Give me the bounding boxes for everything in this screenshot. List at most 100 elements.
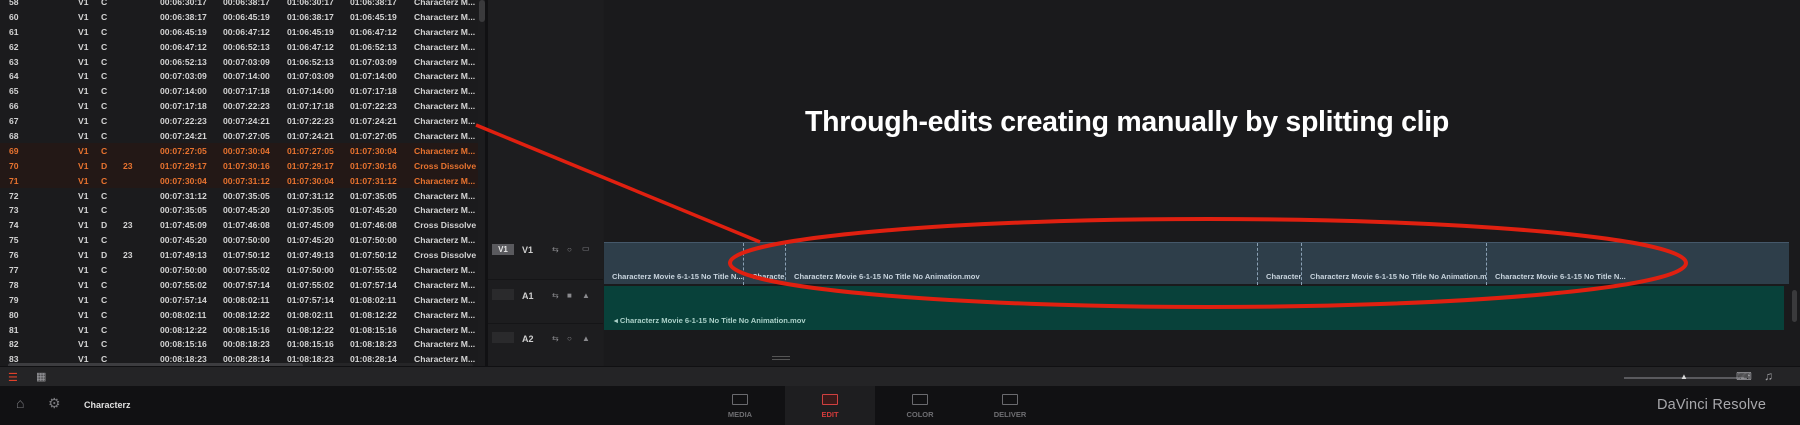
edit-list-row[interactable]: 58 V1 C 00:06:30:17 00:06:38:17 01:06:30:17 01… (0, 0, 478, 9)
timeline-resize-handle[interactable] (772, 356, 790, 360)
edit-list-row[interactable]: 72 V1 C 00:07:31:12 00:07:35:05 01:07:31:12 01… (0, 188, 478, 203)
edit-list-cell: Characterz M... (414, 309, 476, 320)
edit-list-row[interactable]: 61 V1 C 00:06:45:19 00:06:47:12 01:06:45:19 01… (0, 24, 478, 39)
zoom-slider-thumb[interactable]: ▲ (1680, 372, 1688, 381)
edit-list-row[interactable]: 73 V1 C 00:07:35:05 00:07:45:20 01:07:35:05 01… (0, 202, 478, 217)
edit-list-cell: 75 (9, 235, 19, 246)
track-header-v1[interactable]: V1 V1 ⇆ ○ ▭ (488, 242, 603, 280)
edit-list-row[interactable]: 63 V1 C 00:06:52:13 00:07:03:09 01:06:52:13 01… (0, 54, 478, 69)
edit-list-cell: 00:07:55:02 (160, 279, 207, 290)
edit-list-cell: 01:07:57:14 (350, 279, 397, 290)
edit-list-row[interactable]: 81 V1 C 00:08:12:22 00:08:15:16 01:08:12:22 01… (0, 322, 478, 337)
edit-list-cell: V1 (78, 11, 89, 22)
link-icon[interactable]: ⇆ (552, 291, 559, 300)
edit-list-row[interactable]: 65 V1 C 00:07:14:00 00:07:17:18 01:07:14:00 01… (0, 83, 478, 98)
monitor-icon[interactable]: ▭ (582, 244, 590, 253)
speaker-icon[interactable]: ▲ (582, 291, 590, 300)
edit-list-cell: 00:07:50:00 (160, 265, 207, 276)
track-badge-a1[interactable] (492, 289, 514, 300)
edit-list-cell: 00:06:47:12 (160, 41, 207, 52)
edit-list-row[interactable]: 77 V1 C 00:07:50:00 00:07:55:02 01:07:50:00 01… (0, 262, 478, 277)
edit-list-cell: V1 (78, 339, 89, 350)
edit-list-row[interactable]: 62 V1 C 00:06:47:12 00:06:52:13 01:06:47:12 01… (0, 39, 478, 54)
edit-list-cell: 65 (9, 86, 19, 97)
edit-list-row[interactable]: 64 V1 C 00:07:03:09 00:07:14:00 01:07:03:09 01… (0, 68, 478, 83)
video-clip[interactable]: Characterz ... (1258, 243, 1302, 285)
music-note-icon[interactable]: ♫ (1764, 369, 1773, 383)
video-clip[interactable]: Characterz Movie 6-1-15 No Title No Anim… (786, 243, 1258, 285)
edit-list-cell: V1 (78, 265, 89, 276)
edit-list-cell: Characterz M... (414, 279, 476, 290)
edit-list-row[interactable]: 69 V1 C 00:07:27:05 00:07:30:04 01:07:27:05 01… (0, 142, 478, 158)
edit-list-cell: 00:06:45:19 (160, 26, 207, 37)
audio-clip[interactable]: ◂ Characterz Movie 6-1-15 No Title No An… (604, 286, 1784, 330)
edit-list-row[interactable]: 60 V1 C 00:06:38:17 00:06:45:19 01:06:38:17 01… (0, 9, 478, 24)
edit-list-cell: 00:07:24:21 (160, 131, 207, 142)
timeline[interactable]: Characterz Movie 6-1-15 No Title N... Cha… (604, 0, 1800, 366)
edit-list-cell: V1 (78, 41, 89, 52)
link-icon[interactable]: ⇆ (552, 245, 559, 254)
track-header-a1[interactable]: A1 ⇆ ■ ▲ (488, 286, 603, 324)
edit-list-cell: 00:06:30:17 (160, 0, 207, 7)
lock-icon[interactable]: ■ (567, 291, 572, 300)
edit-list-cell: 01:07:03:09 (350, 56, 397, 67)
gear-icon[interactable]: ⚙ (48, 395, 61, 412)
video-clip[interactable]: Characterz Movie 6-1-15 No Title N... (604, 243, 744, 285)
page-tab-deliver[interactable]: DELIVER (965, 386, 1055, 425)
edit-list-row[interactable]: 71 V1 C 00:07:30:04 00:07:31:12 01:07:30:04 01… (0, 172, 478, 188)
edit-list-cell: C (101, 190, 108, 201)
edit-list-cell: 01:07:31:12 (350, 175, 397, 186)
edit-list-cell: 01:07:55:02 (350, 265, 397, 276)
edit-list-cell: V1 (78, 235, 89, 246)
edit-list-cell: 58 (9, 0, 19, 7)
edit-list-row[interactable]: 82 V1 C 00:08:15:16 00:08:18:23 01:08:15:16 01… (0, 336, 478, 351)
edit-list-cell: 00:07:14:00 (223, 71, 270, 82)
edit-list-cell: V1 (78, 160, 89, 171)
edit-list-cell: 01:07:03:09 (287, 71, 334, 82)
lock-icon[interactable]: ○ (567, 245, 572, 254)
edit-list-cell: 70 (9, 160, 19, 171)
edit-list-row[interactable]: 70 V1 D 23 01:07:29:17 01:07:30:16 01:07:29:17… (0, 157, 478, 173)
page-tab-color[interactable]: COLOR (875, 386, 965, 425)
edit-list-cell: C (101, 145, 108, 156)
track-name-a2: A2 (522, 334, 534, 344)
link-icon[interactable]: ⇆ (552, 334, 559, 343)
timeline-vscrollbar[interactable] (1792, 290, 1797, 322)
track-header-a2[interactable]: A2 ⇆ ○ ▲ (488, 328, 603, 366)
edit-list-cell: C (101, 26, 108, 37)
edit-list-cell: V1 (78, 0, 89, 7)
video-clip-label: Characterz Movie 6-1-15 No Title No Anim… (1310, 272, 1487, 281)
edit-list-row[interactable]: 79 V1 C 00:07:57:14 00:08:02:11 01:07:57:14 01… (0, 292, 478, 307)
edit-list-row[interactable]: 80 V1 C 00:08:02:11 00:08:12:22 01:08:02:11 01… (0, 307, 478, 322)
edit-list-cell: 00:07:35:05 (160, 205, 207, 216)
home-icon[interactable]: ⌂ (16, 395, 24, 411)
edit-list-cell: C (101, 71, 108, 82)
lock-icon[interactable]: ○ (567, 334, 572, 343)
video-clip[interactable]: Characterz Movie 6-1-15 No Title N... (1487, 243, 1789, 285)
page-tab-edit[interactable]: EDIT (785, 386, 875, 425)
edit-list-cell: C (101, 0, 108, 7)
track-badge-a2[interactable] (492, 332, 514, 343)
edit-list-cell: 01:08:15:16 (287, 339, 334, 350)
edit-list-cell: Characterz M... (414, 11, 476, 22)
speaker-icon[interactable]: ▲ (582, 334, 590, 343)
edit-list-row[interactable]: 74 V1 D 23 01:07:45:09 01:07:46:08 01:07:45:09… (0, 217, 478, 232)
edit-list-row[interactable]: 68 V1 C 00:07:24:21 00:07:27:05 01:07:24:21 01… (0, 128, 478, 143)
edit-list-row[interactable]: 76 V1 D 23 01:07:49:13 01:07:50:12 01:07:49:13… (0, 247, 478, 262)
edit-list-cell: 74 (9, 220, 19, 231)
edit-list-row[interactable]: 78 V1 C 00:07:55:02 00:07:57:14 01:07:55:02 01… (0, 277, 478, 292)
edit-list-row[interactable]: 66 V1 C 00:07:17:18 00:07:22:23 01:07:17:18 01… (0, 98, 478, 113)
track-badge-v1[interactable]: V1 (492, 244, 514, 255)
keyboard-icon[interactable]: ⌨ (1736, 370, 1752, 383)
media-pool-icon[interactable]: ▦ (36, 370, 46, 383)
list-icon[interactable]: ☰ (8, 371, 18, 384)
edit-list-cell: 00:08:12:22 (223, 309, 270, 320)
edit-list-cell: 00:07:55:02 (223, 265, 270, 276)
media-page-icon (732, 394, 748, 405)
page-tab-media[interactable]: MEDIA (695, 386, 785, 425)
edit-list-row[interactable]: 67 V1 C 00:07:22:23 00:07:24:21 01:07:22:23 01… (0, 113, 478, 128)
edit-list-cell: V1 (78, 190, 89, 201)
edit-list-row[interactable]: 75 V1 C 00:07:45:20 00:07:50:00 01:07:45:20 01… (0, 232, 478, 247)
video-clip[interactable]: Characterz Movie 6-1-15 No Title No Anim… (1302, 243, 1487, 285)
video-clip[interactable]: Characterz ... (744, 243, 786, 285)
